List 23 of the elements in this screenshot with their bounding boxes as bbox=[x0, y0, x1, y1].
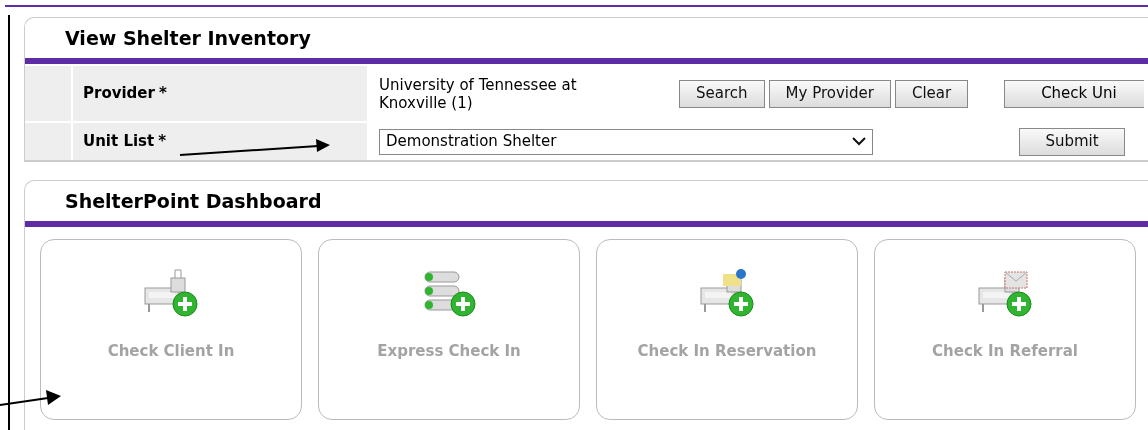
card-label: Check In Reservation bbox=[637, 341, 817, 362]
check-units-button[interactable]: Check Uni bbox=[1004, 79, 1145, 108]
card-label: Check In Referral bbox=[932, 341, 1078, 362]
row-gutter-cell bbox=[25, 66, 71, 121]
field-label: Provider bbox=[83, 83, 155, 105]
submit-button[interactable]: Submit bbox=[1019, 127, 1125, 156]
field-label: Unit List bbox=[83, 131, 155, 153]
unit-select[interactable]: Demonstration Shelter bbox=[379, 128, 873, 155]
provider-value: University of Tennessee at Knoxville (1) bbox=[379, 75, 578, 112]
provider-button[interactable]: Search bbox=[679, 79, 765, 108]
referral-plus-icon bbox=[975, 268, 1035, 318]
required-mark: * bbox=[158, 131, 167, 153]
reservation-plus-icon bbox=[697, 268, 757, 318]
panel-title: ShelterPoint Dashboard bbox=[65, 188, 322, 214]
required-mark: * bbox=[158, 83, 167, 105]
provider-button[interactable]: Clear bbox=[894, 79, 969, 108]
chevron-down-icon bbox=[852, 137, 866, 146]
card-label: Check Client In bbox=[107, 341, 235, 362]
row-gutter-cell bbox=[25, 123, 71, 160]
bed-plus-icon bbox=[141, 268, 201, 318]
card-label: Express Check In bbox=[377, 341, 521, 362]
panel-title: View Shelter Inventory bbox=[65, 25, 311, 51]
provider-button[interactable]: My Provider bbox=[768, 79, 891, 108]
